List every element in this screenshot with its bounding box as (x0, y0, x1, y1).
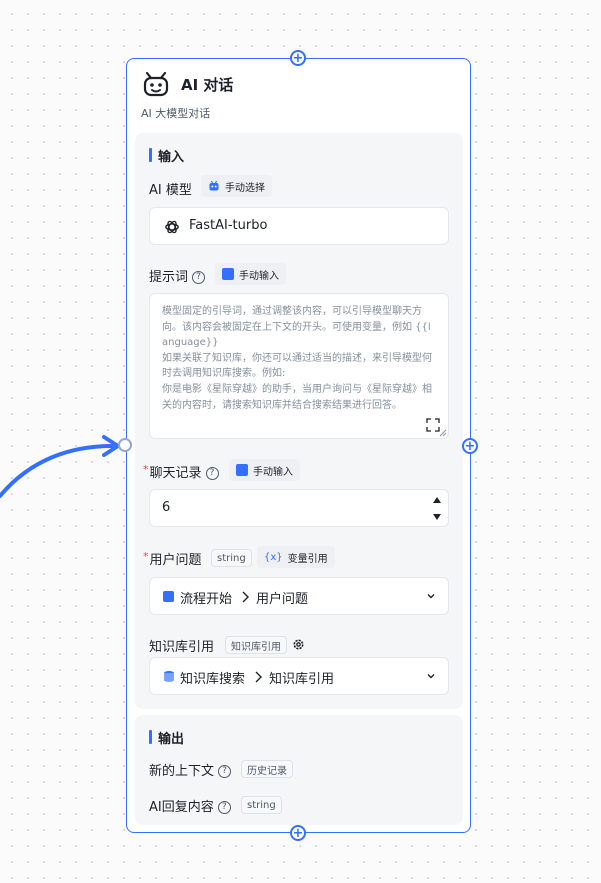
bot-icon (209, 180, 219, 191)
knowledge-label: 知识库引用 (149, 640, 215, 655)
required-mark: * (143, 550, 149, 563)
increment-icon[interactable] (432, 496, 442, 504)
resize-handle-icon[interactable] (439, 429, 447, 437)
prompt-mode-tag[interactable]: 手动输入 (215, 263, 286, 285)
knowledge-select[interactable]: 知识库搜索 知识库引用 (149, 657, 449, 695)
input-section-title: 输入 (149, 146, 184, 165)
prompt-textarea[interactable]: 模型固定的引导词，通过调整该内容，可以引导模型聊天方向。该内容会被固定在上下文的… (149, 293, 449, 439)
history-value: 6 (162, 500, 171, 515)
expand-icon[interactable] (426, 418, 440, 432)
user-question-target: 用户问题 (256, 592, 309, 607)
output-item-tag: 历史记录 (241, 760, 293, 778)
node-title: AI 对话 (181, 76, 234, 94)
gear-icon[interactable] (292, 638, 305, 651)
database-icon (164, 671, 174, 682)
prompt-label-text: 提示词 (149, 270, 189, 285)
right-handle[interactable]: + (462, 438, 478, 454)
history-mode-tag[interactable]: 手动输入 (229, 459, 300, 481)
help-icon[interactable]: ? (217, 801, 231, 814)
history-label-text: 聊天记录 (149, 466, 202, 481)
output-section-title: 输出 (149, 728, 184, 747)
history-number-input[interactable]: 6 (149, 489, 449, 527)
output-item-label: AI回复内容 (149, 800, 214, 815)
model-label: AI 模型 (149, 183, 192, 198)
model-mode-label: 手动选择 (225, 182, 265, 194)
chevron-right-icon (242, 591, 249, 603)
user-question-label-text: 用户问题 (149, 553, 202, 568)
chevron-down-icon (427, 674, 435, 679)
prompt-placeholder: 模型固定的引导词，通过调整该内容，可以引导模型聊天方向。该内容会被固定在上下文的… (162, 306, 432, 411)
model-mode-tag[interactable]: 手动选择 (201, 175, 272, 197)
output-item-tag: string (241, 796, 282, 814)
input-icon (222, 268, 234, 280)
node-subtitle: AI 大模型对话 (141, 107, 211, 120)
user-question-mode-label: 变量引用 (287, 553, 328, 565)
left-input-handle[interactable] (118, 438, 132, 452)
variable-icon: {x} (264, 551, 283, 563)
start-node-icon (163, 591, 174, 602)
bottom-handle[interactable]: + (290, 825, 306, 841)
model-value: FastAI-turbo (189, 218, 268, 233)
prompt-mode-label: 手动输入 (239, 270, 279, 282)
output-item: 新的上下文? (149, 760, 232, 779)
help-icon[interactable]: ? (192, 271, 206, 284)
output-section: 输出 新的上下文? 历史记录 AI回复内容? string (135, 715, 463, 825)
user-question-label: *用户问题 (143, 549, 202, 568)
robot-face-icon (143, 71, 169, 97)
help-icon[interactable]: ? (205, 467, 219, 480)
history-mode-label: 手动输入 (253, 466, 293, 478)
chevron-down-icon (427, 594, 435, 599)
model-select[interactable]: FastAI-turbo (149, 207, 449, 245)
required-mark: * (143, 463, 149, 476)
top-handle[interactable]: + (290, 50, 306, 66)
user-question-select[interactable]: 流程开始 用户问题 (149, 577, 449, 615)
knowledge-type-tag: 知识库引用 (225, 636, 287, 654)
help-icon[interactable]: ? (218, 765, 232, 778)
decrement-icon[interactable] (432, 513, 442, 521)
openai-logo-icon (165, 220, 179, 234)
output-item-label: 新的上下文 (149, 764, 215, 779)
knowledge-source: 知识库搜索 (180, 672, 246, 687)
user-question-mode-tag[interactable]: {x} 变量引用 (257, 546, 335, 568)
input-section: 输入 AI 模型 手动选择 FastAI-turbo 提示词? 手动输入 模型固… (135, 133, 463, 709)
ai-chat-node[interactable]: AI 对话 AI 大模型对话 输入 AI 模型 手动选择 FastAI-turb… (126, 58, 471, 833)
prompt-label: 提示词? (149, 266, 206, 285)
user-question-source: 流程开始 (180, 592, 233, 607)
knowledge-target: 知识库引用 (269, 672, 335, 687)
input-icon (236, 464, 248, 476)
chevron-right-icon (255, 671, 262, 683)
user-question-type-tag: string (211, 549, 252, 567)
output-item: AI回复内容? (149, 796, 231, 815)
history-label: *聊天记录? (143, 462, 219, 481)
